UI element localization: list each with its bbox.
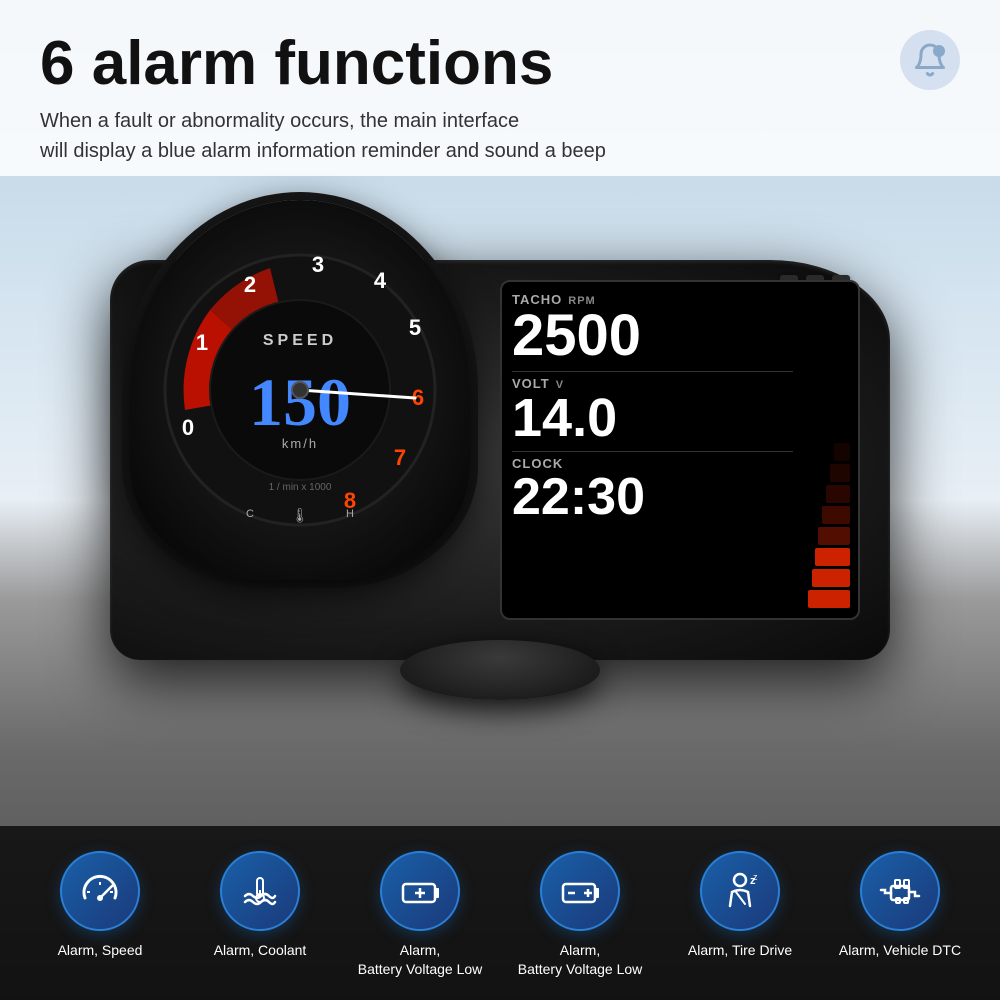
alarm-icon-battery2 <box>540 851 620 931</box>
subtitle-line1: When a fault or abnormality occurs, the … <box>40 110 519 132</box>
bar-1 <box>808 590 850 608</box>
left-gauge: 0 1 2 3 4 5 6 7 8 SPEED 150 km/ <box>130 200 470 580</box>
svg-text:C: C <box>246 508 254 520</box>
svg-text:!: ! <box>938 48 941 58</box>
tacho-value: 2500 <box>512 307 793 365</box>
subtitle-line2: will display a blue alarm information re… <box>40 140 606 162</box>
alarm-tire-label: Alarm, Tire Drive <box>688 941 792 961</box>
divider-1 <box>512 371 793 372</box>
svg-text:1 / min x 1000: 1 / min x 1000 <box>269 482 332 493</box>
alarm-item-battery1: Alarm,Battery Voltage Low <box>350 851 490 980</box>
volt-value: 14.0 <box>512 391 793 445</box>
alarm-item-tire: z z Alarm, Tire Drive <box>670 851 810 961</box>
speedometer-icon <box>77 868 123 914</box>
divider-2 <box>512 451 793 452</box>
alarm-icon-coolant <box>220 851 300 931</box>
bell-icon-container: ! <box>900 30 960 90</box>
subtitle: When a fault or abnormality occurs, the … <box>40 106 960 166</box>
bar-4 <box>818 527 850 545</box>
volt-row: VOLT V 14.0 <box>512 376 793 445</box>
alarm-icon-dtc <box>860 851 940 931</box>
svg-text:150: 150 <box>249 364 351 440</box>
bell-icon: ! <box>912 42 948 78</box>
alarm-coolant-label: Alarm, Coolant <box>214 941 307 961</box>
alarm-battery2-label: Alarm,Battery Voltage Low <box>518 941 643 980</box>
driver-icon: z z <box>717 868 763 914</box>
bar-chart <box>805 292 850 608</box>
bar-6 <box>826 485 850 503</box>
bar-7 <box>830 464 850 482</box>
device-section: TACHO RPM 2500 VOLT V 14.0 <box>0 160 1000 760</box>
battery-icon <box>397 868 443 914</box>
svg-text:🌡: 🌡 <box>291 507 309 523</box>
page-title: 6 alarm functions <box>40 30 960 98</box>
svg-text:0: 0 <box>182 415 194 440</box>
svg-text:5: 5 <box>409 315 421 340</box>
svg-text:3: 3 <box>312 252 324 277</box>
bar-8 <box>834 443 850 461</box>
alarm-icon-tire: z z <box>700 851 780 931</box>
battery-plus-icon <box>557 868 603 914</box>
svg-text:km/h: km/h <box>282 436 318 451</box>
device-container: TACHO RPM 2500 VOLT V 14.0 <box>110 220 890 700</box>
svg-text:7: 7 <box>394 445 406 470</box>
right-display: TACHO RPM 2500 VOLT V 14.0 <box>500 280 860 620</box>
bar-5 <box>822 506 850 524</box>
gauge-inner: 0 1 2 3 4 5 6 7 8 SPEED 150 km/ <box>160 250 440 530</box>
alarm-item-battery2: Alarm,Battery Voltage Low <box>510 851 650 980</box>
alarm-item-dtc: Alarm, Vehicle DTC <box>830 851 970 961</box>
alarm-speed-label: Alarm, Speed <box>58 941 143 961</box>
svg-text:1: 1 <box>196 330 208 355</box>
svg-text:4: 4 <box>374 268 387 293</box>
alarm-section: Alarm, Speed Alarm, Coolant <box>0 826 1000 1000</box>
alarm-item-speed: Alarm, Speed <box>30 851 170 961</box>
top-section: 6 alarm functions When a fault or abnorm… <box>0 0 1000 176</box>
device-base <box>400 640 600 700</box>
gauge-svg: 0 1 2 3 4 5 6 7 8 SPEED 150 km/ <box>160 250 440 530</box>
svg-text:z: z <box>753 872 758 882</box>
alarm-dtc-label: Alarm, Vehicle DTC <box>839 941 961 961</box>
alarm-item-coolant: Alarm, Coolant <box>190 851 330 961</box>
bar-3 <box>815 548 850 566</box>
clock-value: 22:30 <box>512 471 793 523</box>
svg-text:SPEED: SPEED <box>263 332 337 349</box>
svg-text:2: 2 <box>244 272 256 297</box>
coolant-icon <box>237 868 283 914</box>
alarm-icon-speed <box>60 851 140 931</box>
alarm-battery1-label: Alarm,Battery Voltage Low <box>358 941 483 980</box>
tacho-row: TACHO RPM 2500 <box>512 292 793 365</box>
svg-text:H: H <box>346 508 354 520</box>
bar-2 <box>812 569 850 587</box>
clock-row: CLOCK 22:30 <box>512 456 793 523</box>
engine-icon <box>877 868 923 914</box>
alarm-icon-battery1 <box>380 851 460 931</box>
